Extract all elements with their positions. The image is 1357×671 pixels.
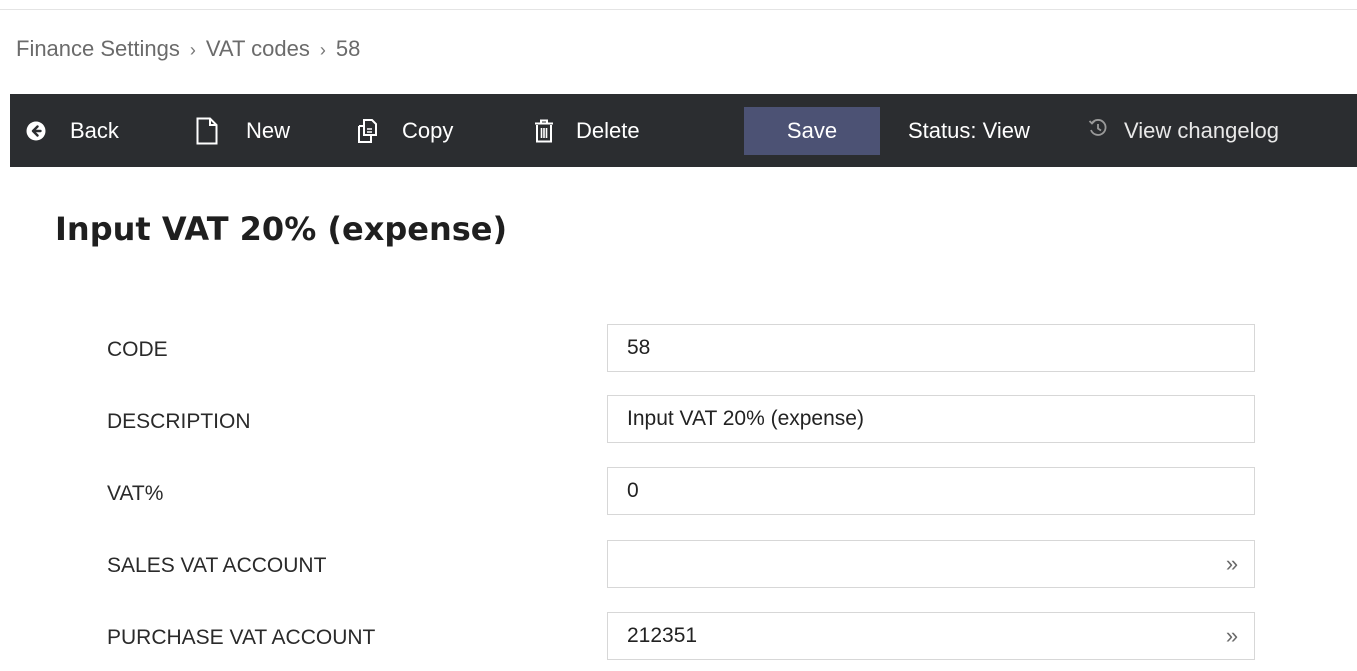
purchase-vat-account-label: PURCHASE VAT ACCOUNT bbox=[107, 626, 376, 649]
arrow-left-circle-icon bbox=[26, 121, 46, 141]
breadcrumb-separator: › bbox=[319, 40, 326, 60]
copy-button[interactable]: Copy bbox=[356, 94, 453, 167]
breadcrumb: Finance Settings › VAT codes › 58 bbox=[16, 36, 360, 62]
toolbar: Back New Copy Delete Save Status: View V… bbox=[10, 94, 1357, 167]
code-label: CODE bbox=[107, 338, 168, 361]
delete-button[interactable]: Delete bbox=[534, 94, 640, 167]
sales-vat-account-field[interactable]: » bbox=[607, 540, 1255, 588]
breadcrumb-finance-settings[interactable]: Finance Settings bbox=[16, 36, 180, 61]
breadcrumb-separator: › bbox=[189, 40, 196, 60]
page-title: Input VAT 20% (expense) bbox=[55, 210, 508, 248]
vat-percent-field[interactable]: 0 bbox=[607, 467, 1255, 515]
status-text: Status: View bbox=[908, 117, 1030, 143]
top-divider bbox=[0, 9, 1357, 10]
breadcrumb-vat-codes[interactable]: VAT codes bbox=[206, 36, 310, 61]
copy-icon bbox=[356, 118, 382, 144]
save-button[interactable]: Save bbox=[744, 107, 880, 155]
view-changelog-button[interactable]: View changelog bbox=[1088, 94, 1279, 167]
new-label: New bbox=[246, 117, 291, 143]
history-icon bbox=[1088, 118, 1108, 144]
description-field[interactable]: Input VAT 20% (expense) bbox=[607, 395, 1255, 443]
code-value: 58 bbox=[627, 336, 651, 359]
breadcrumb-current: 58 bbox=[335, 36, 361, 61]
description-value: Input VAT 20% (expense) bbox=[627, 407, 864, 430]
vat-percent-value: 0 bbox=[627, 479, 639, 502]
purchase-vat-account-value: 212351 bbox=[627, 624, 698, 647]
delete-label: Delete bbox=[576, 117, 640, 143]
changelog-label: View changelog bbox=[1124, 117, 1279, 143]
sales-vat-account-label: SALES VAT ACCOUNT bbox=[107, 554, 327, 577]
back-button[interactable]: Back bbox=[26, 94, 119, 167]
back-label: Back bbox=[70, 117, 119, 143]
new-document-icon bbox=[196, 117, 218, 145]
new-button[interactable]: New bbox=[196, 94, 290, 167]
purchase-vat-account-field[interactable]: 212351 » bbox=[607, 612, 1255, 660]
trash-icon bbox=[534, 119, 554, 143]
description-label: DESCRIPTION bbox=[107, 410, 251, 433]
double-chevron-right-icon[interactable]: » bbox=[1210, 541, 1254, 587]
vat-percent-label: VAT% bbox=[107, 482, 164, 505]
copy-label: Copy bbox=[402, 117, 454, 143]
code-field[interactable]: 58 bbox=[607, 324, 1255, 372]
double-chevron-right-icon[interactable]: » bbox=[1210, 613, 1254, 659]
